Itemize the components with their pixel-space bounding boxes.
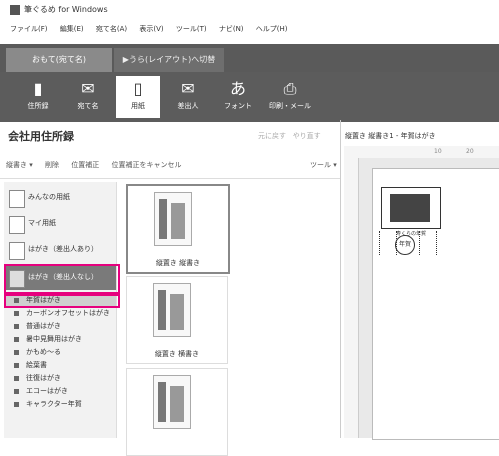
document-title: 縦置き 縦書き1 - 年賀はがき bbox=[345, 132, 436, 140]
bullet-icon bbox=[14, 311, 19, 316]
address-book-title: 会社用住所録 bbox=[8, 130, 74, 143]
subcategory-item[interactable]: キャラクター年賀 bbox=[4, 398, 116, 410]
menu-bar: ファイル(F) 編集(E) 宛て名(A) 表示(V) ツール(T) ナビ(N) … bbox=[0, 20, 499, 38]
tab-back-switch[interactable]: ▶うら(レイアウト)へ切替 bbox=[114, 48, 224, 72]
bullet-icon bbox=[14, 376, 19, 381]
tab-front[interactable]: おもて(宛て名) bbox=[6, 48, 112, 72]
toolbar-print-mail[interactable]: ⎙ 印刷・メール bbox=[268, 76, 312, 118]
postcard-preview-icon bbox=[153, 375, 191, 429]
subcategory-item[interactable]: 絵葉書 bbox=[4, 359, 116, 371]
menu-view[interactable]: 表示(V) bbox=[139, 25, 163, 33]
postcard-preview: 10 20 寿くらの年賀 年賀 bbox=[344, 146, 499, 440]
paper-stack-icon bbox=[9, 190, 25, 208]
app-icon bbox=[10, 5, 20, 15]
postcard-preview-icon bbox=[154, 192, 192, 246]
undo-redo: 元に戻す やり直す bbox=[258, 131, 321, 141]
category-everyone-paper[interactable]: みんなの用紙 bbox=[4, 186, 116, 210]
orientation-dropdown[interactable]: 縦書き ▾ bbox=[6, 161, 33, 169]
menu-address[interactable]: 宛て名(A) bbox=[96, 25, 127, 33]
menu-edit[interactable]: 編集(E) bbox=[60, 25, 84, 33]
bullet-icon bbox=[14, 324, 19, 329]
subcategory-item[interactable]: かもめ～る bbox=[4, 346, 116, 358]
bullet-icon bbox=[14, 402, 19, 407]
paper-stack-icon bbox=[9, 216, 25, 234]
toolbar-paper[interactable]: ▯ 用紙 bbox=[116, 76, 160, 118]
subcategory-item[interactable]: 普通はがき bbox=[4, 320, 116, 332]
paper-thumbnail[interactable] bbox=[126, 368, 228, 456]
main-toolbar: ▮ 住所録 ✉ 宛て名 ▯ 用紙 ✉ 差出人 あ フォント ⎙ 印刷・メール bbox=[0, 72, 499, 122]
bullet-icon bbox=[14, 363, 19, 368]
paper-category-list: みんなの用紙 マイ用紙 はがき（差出人あり） はがき（差出人なし） 年賀はがき … bbox=[4, 182, 117, 438]
sender-icon: ✉ bbox=[181, 79, 195, 98]
title-bar: 筆ぐるめ for Windows bbox=[0, 0, 499, 20]
undo-button[interactable]: 元に戻す bbox=[258, 132, 286, 140]
subcategory-item[interactable]: 往復はがき bbox=[4, 372, 116, 384]
callout-highlight-subcategory bbox=[4, 292, 120, 308]
window-title: 筆ぐるめ for Windows bbox=[24, 5, 108, 14]
hatch-mark bbox=[419, 231, 437, 255]
cancel-adjust-button[interactable]: 位置補正をキャンセル bbox=[111, 161, 181, 169]
menu-tools[interactable]: ツール(T) bbox=[176, 25, 207, 33]
delete-button[interactable]: 削除 bbox=[45, 161, 59, 169]
mode-tabs: おもて(宛て名) ▶うら(レイアウト)へ切替 bbox=[0, 44, 499, 72]
bullet-icon bbox=[14, 350, 19, 355]
bullet-icon bbox=[14, 389, 19, 394]
postmark-icon: 年賀 bbox=[395, 235, 415, 255]
address-book-icon: ▮ bbox=[33, 79, 43, 98]
ruler-top: 10 20 bbox=[344, 146, 499, 158]
postcard-preview-icon bbox=[153, 283, 191, 337]
paper-thumbnail-list: 縦置き 縦書き 縦置き 横書き bbox=[120, 182, 232, 456]
toolbar-address-book[interactable]: ▮ 住所録 bbox=[16, 76, 60, 118]
subcategory-item[interactable]: カーボンオフセットはがき bbox=[4, 307, 116, 319]
postcard-paper: 寿くらの年賀 年賀 bbox=[372, 168, 499, 440]
menu-help[interactable]: ヘルプ(H) bbox=[256, 25, 288, 33]
ruler-left bbox=[344, 158, 359, 438]
font-icon: あ bbox=[229, 79, 246, 98]
addressee-icon: ✉ bbox=[81, 79, 95, 98]
tools-dropdown[interactable]: ツール ▾ bbox=[310, 160, 337, 170]
redo-button[interactable]: やり直す bbox=[293, 132, 321, 140]
category-postcard-with-sender[interactable]: はがき（差出人あり） bbox=[4, 238, 116, 262]
postcard-icon bbox=[9, 242, 25, 260]
divider bbox=[0, 178, 340, 179]
paper-thumbnail[interactable]: 縦置き 縦書き bbox=[126, 184, 230, 274]
bullet-icon bbox=[14, 337, 19, 342]
category-my-paper[interactable]: マイ用紙 bbox=[4, 212, 116, 236]
paper-thumbnail[interactable]: 縦置き 横書き bbox=[126, 276, 228, 364]
menu-navi[interactable]: ナビ(N) bbox=[219, 25, 244, 33]
mountain-icon bbox=[390, 194, 430, 222]
stamp-icon: 寿くらの年賀 bbox=[381, 187, 441, 237]
toolbar-sender[interactable]: ✉ 差出人 bbox=[166, 76, 210, 118]
menu-file[interactable]: ファイル(F) bbox=[10, 25, 48, 33]
print-mail-icon: ⎙ bbox=[283, 79, 297, 98]
toolbar-addressee[interactable]: ✉ 宛て名 bbox=[66, 76, 110, 118]
paper-icon: ▯ bbox=[133, 79, 143, 98]
sub-toolbar: 縦書き ▾ 削除 位置補正 位置補正をキャンセル bbox=[6, 160, 336, 174]
position-adjust-button[interactable]: 位置補正 bbox=[71, 161, 99, 169]
subcategory-item[interactable]: 暑中見舞用はがき bbox=[4, 333, 116, 345]
vertical-separator bbox=[340, 120, 341, 438]
toolbar-font[interactable]: あ フォント bbox=[216, 76, 260, 118]
subcategory-item[interactable]: エコーはがき bbox=[4, 385, 116, 397]
